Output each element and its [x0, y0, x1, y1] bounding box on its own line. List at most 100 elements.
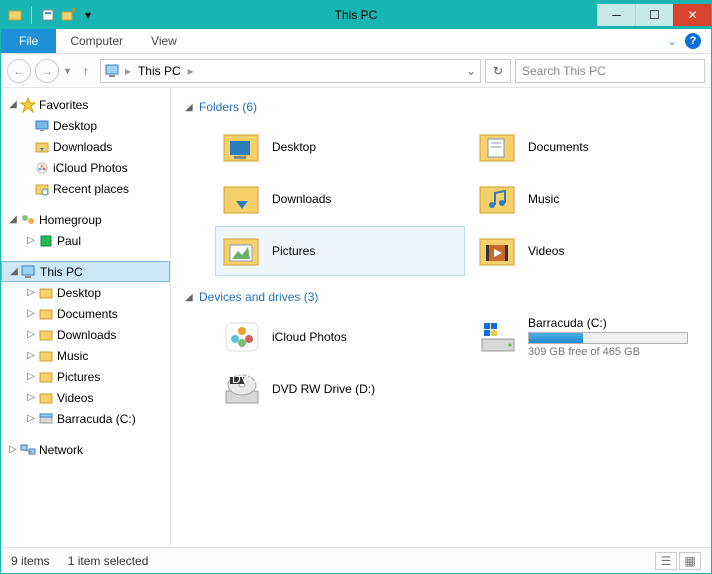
music-folder-icon	[476, 177, 520, 221]
folder-music[interactable]: Music	[471, 174, 711, 224]
tree-fav-recent[interactable]: Recent places	[1, 178, 170, 199]
star-icon	[19, 97, 37, 113]
svg-text:DVD: DVD	[232, 372, 258, 386]
videos-folder-icon	[476, 229, 520, 273]
folder-videos[interactable]: Videos	[471, 226, 711, 276]
tree-pc-barracuda[interactable]: ▷Barracuda (C:)	[1, 408, 170, 429]
folder-documents[interactable]: Documents	[471, 122, 711, 172]
collapse-icon[interactable]: ◢	[185, 102, 199, 113]
desktop-icon	[33, 118, 51, 134]
collapse-icon[interactable]: ◢	[8, 266, 20, 277]
tree-pc-videos[interactable]: ▷Videos	[1, 387, 170, 408]
folder-icon	[37, 390, 55, 406]
tree-thispc[interactable]: ◢ This PC	[1, 261, 170, 282]
search-input[interactable]: Search This PC	[515, 59, 705, 83]
tree-pc-documents[interactable]: ▷Documents	[1, 303, 170, 324]
downloads-folder-icon	[220, 177, 264, 221]
search-placeholder: Search This PC	[522, 64, 606, 78]
address-dropdown-icon[interactable]: ⌄	[466, 64, 476, 78]
chevron-right-icon[interactable]: ▸	[188, 64, 194, 78]
collapse-icon[interactable]: ◢	[7, 99, 19, 110]
folder-icon	[37, 369, 55, 385]
view-details-button[interactable]: ☰	[655, 552, 677, 570]
drive-icon	[37, 411, 55, 427]
address-bar[interactable]: ▸ This PC ▸ ⌄	[100, 59, 481, 83]
icloud-photos-icon	[33, 160, 51, 176]
chevron-right-icon[interactable]: ▸	[125, 64, 131, 78]
expand-icon[interactable]: ▷	[25, 413, 37, 424]
tab-view[interactable]: View	[137, 29, 191, 53]
expand-icon[interactable]: ▷	[25, 392, 37, 403]
tree-pc-music[interactable]: ▷Music	[1, 345, 170, 366]
expand-icon[interactable]: ▷	[25, 308, 37, 319]
window-title: This PC	[335, 8, 378, 22]
qat: ✶ ▾	[1, 6, 96, 24]
nav-tree[interactable]: ◢ Favorites Desktop Downloads iCloud Pho…	[1, 88, 171, 547]
collapse-icon[interactable]: ◢	[185, 292, 199, 303]
ribbon-collapse-icon[interactable]: ⌄	[667, 34, 677, 48]
dvd-drive-icon: DVD	[220, 367, 264, 411]
desktop-folder-icon	[220, 125, 264, 169]
qat-properties-icon[interactable]	[40, 7, 56, 23]
expand-icon[interactable]: ▷	[25, 287, 37, 298]
os-drive-icon	[476, 315, 520, 359]
section-folders[interactable]: ◢ Folders (6)	[185, 100, 697, 114]
folder-grid: Desktop Documents Downloads Music Pictur…	[215, 122, 697, 276]
expand-icon[interactable]: ▷	[7, 444, 19, 455]
pc-icon	[20, 264, 38, 280]
refresh-button[interactable]: ↻	[485, 59, 511, 83]
breadcrumb-thispc[interactable]: This PC	[135, 64, 184, 78]
capacity-bar	[528, 332, 688, 344]
minimize-button[interactable]: ─	[597, 4, 635, 26]
qat-newfolder-icon[interactable]: ✶	[60, 7, 76, 23]
view-icons-button[interactable]: ▦	[679, 552, 701, 570]
back-button[interactable]: ←	[7, 59, 31, 83]
download-icon	[33, 139, 51, 155]
forward-button[interactable]: →	[35, 59, 59, 83]
tab-file[interactable]: File	[1, 29, 56, 53]
tree-fav-desktop[interactable]: Desktop	[1, 115, 170, 136]
svg-text:✶: ✶	[70, 8, 75, 17]
maximize-button[interactable]: ☐	[635, 4, 673, 26]
ribbon: File Computer View ⌄ ?	[1, 29, 711, 54]
recent-locations-icon[interactable]: ▼	[63, 66, 72, 76]
qat-chevron-down-icon[interactable]: ▾	[80, 7, 96, 23]
help-icon[interactable]: ?	[685, 33, 701, 49]
up-button[interactable]: ↑	[76, 61, 96, 81]
tab-computer[interactable]: Computer	[56, 29, 137, 53]
expand-icon[interactable]: ▷	[25, 329, 37, 340]
tree-pc-pictures[interactable]: ▷Pictures	[1, 366, 170, 387]
navbar: ← → ▼ ↑ ▸ This PC ▸ ⌄ ↻ Search This PC	[1, 54, 711, 88]
close-button[interactable]: ✕	[673, 4, 711, 26]
tree-pc-desktop[interactable]: ▷Desktop	[1, 282, 170, 303]
tree-favorites[interactable]: ◢ Favorites	[1, 94, 170, 115]
tree-pc-downloads[interactable]: ▷Downloads	[1, 324, 170, 345]
tree-fav-icloud[interactable]: iCloud Photos	[1, 157, 170, 178]
tree-fav-downloads[interactable]: Downloads	[1, 136, 170, 157]
drive-barracuda[interactable]: Barracuda (C:) 309 GB free of 465 GB	[471, 312, 711, 362]
folder-icon	[37, 285, 55, 301]
collapse-icon[interactable]: ◢	[7, 214, 19, 225]
documents-folder-icon	[476, 125, 520, 169]
folder-icon	[37, 348, 55, 364]
app-icon	[7, 7, 23, 23]
folder-desktop[interactable]: Desktop	[215, 122, 465, 172]
expand-icon[interactable]: ▷	[25, 350, 37, 361]
tree-network[interactable]: ▷ Network	[1, 439, 170, 460]
drive-dvd[interactable]: DVD DVD RW Drive (D:)	[215, 364, 465, 414]
expand-icon[interactable]: ▷	[25, 235, 37, 246]
address-pc-icon	[105, 64, 121, 78]
tree-homegroup[interactable]: ◢ Homegroup	[1, 209, 170, 230]
expand-icon[interactable]: ▷	[25, 371, 37, 382]
status-count: 9 items	[11, 554, 50, 568]
drive-icloud[interactable]: iCloud Photos	[215, 312, 465, 362]
homegroup-icon	[19, 212, 37, 228]
folder-downloads[interactable]: Downloads	[215, 174, 465, 224]
section-drives[interactable]: ◢ Devices and drives (3)	[185, 290, 697, 304]
folder-icon	[37, 327, 55, 343]
recent-icon	[33, 181, 51, 197]
status-selection: 1 item selected	[68, 554, 149, 568]
content-pane[interactable]: ◢ Folders (6) Desktop Documents Download…	[171, 88, 711, 547]
tree-hg-paul[interactable]: ▷Paul	[1, 230, 170, 251]
folder-pictures[interactable]: Pictures	[215, 226, 465, 276]
